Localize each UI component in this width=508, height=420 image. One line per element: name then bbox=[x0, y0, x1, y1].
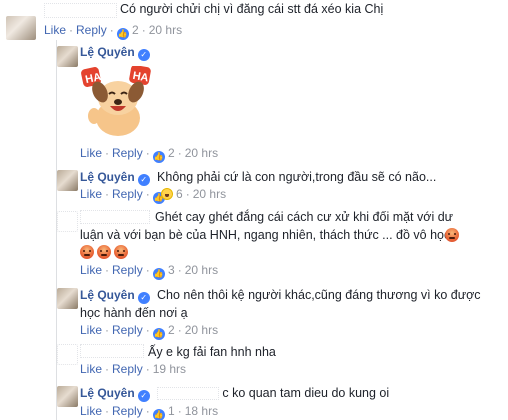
reply-header: Lệ Quyên ✓ Cho nên thôi kệ người khác,cũn… bbox=[80, 286, 481, 304]
like-link[interactable]: Like bbox=[80, 263, 102, 277]
haha-dog-sticker: HA HA bbox=[81, 66, 151, 136]
redacted-name bbox=[80, 210, 150, 224]
reply-text: Ấy e kg fải fan hnh nha bbox=[148, 345, 276, 359]
author-avatar[interactable] bbox=[57, 386, 78, 407]
author-avatar[interactable] bbox=[57, 46, 78, 67]
reply-header: Lệ Quyên ✓ Không phải cứ là con người,tro… bbox=[80, 168, 436, 186]
like-reaction-icon[interactable]: 👍 bbox=[116, 28, 129, 40]
redacted-name bbox=[80, 344, 144, 358]
comment-actions: Like · Reply · 👍 2 · 20 hrs bbox=[44, 23, 183, 40]
emoji-row bbox=[80, 244, 131, 259]
redacted-mention bbox=[157, 387, 220, 401]
reply-time[interactable]: 20 hrs bbox=[185, 146, 218, 160]
angry-emoji-icon bbox=[114, 244, 128, 259]
reply-actions: Like · Reply · 👍 6 · 20 hrs bbox=[80, 187, 227, 204]
reply-link[interactable]: Reply bbox=[112, 146, 143, 160]
reply-actions: Like · Reply · 👍 3 · 20 hrs bbox=[80, 263, 219, 280]
commenter-avatar[interactable] bbox=[6, 16, 36, 40]
like-reaction-icon[interactable]: 👍 bbox=[152, 151, 165, 163]
verified-badge-icon: ✓ bbox=[137, 49, 150, 61]
reply-link[interactable]: Reply bbox=[112, 362, 143, 376]
reply-link[interactable]: Reply bbox=[112, 404, 143, 418]
author-name[interactable]: Lệ Quyên bbox=[80, 386, 135, 400]
comment-text: Có người chửi chị vì đăng cái stt đá xéo… bbox=[120, 2, 384, 16]
reply-actions: Like · Reply · 👍 2 · 20 hrs bbox=[80, 323, 219, 340]
reply-actions: Like · Reply · 19 hrs bbox=[80, 362, 187, 376]
like-reaction-icon[interactable]: 👍 bbox=[152, 328, 165, 340]
reply-link[interactable]: Reply bbox=[112, 323, 143, 337]
reaction-count[interactable]: 6 bbox=[176, 187, 183, 201]
like-link[interactable]: Like bbox=[80, 362, 102, 376]
like-link[interactable]: Like bbox=[80, 323, 102, 337]
reply-actions: Like · Reply · 👍 1 · 18 hrs bbox=[80, 404, 219, 420]
author-name[interactable]: Lệ Quyên bbox=[80, 170, 135, 184]
comment-time[interactable]: 20 hrs bbox=[149, 23, 182, 37]
like-reaction-icon[interactable]: 👍 bbox=[152, 409, 165, 420]
like-link[interactable]: Like bbox=[80, 187, 102, 201]
author-name[interactable]: Lệ Quyên bbox=[80, 45, 135, 59]
reply-time[interactable]: 20 hrs bbox=[185, 323, 218, 337]
reply-time[interactable]: 18 hrs bbox=[185, 404, 218, 418]
like-count[interactable]: 2 bbox=[132, 23, 139, 37]
author-avatar[interactable] bbox=[57, 344, 78, 365]
reply-header: Lệ Quyên ✓ bbox=[80, 45, 150, 61]
reply-header: Lệ Quyên ✓ c ko quan tam dieu do kung oi bbox=[80, 384, 389, 402]
reply-link[interactable]: Reply bbox=[112, 263, 143, 277]
like-count[interactable]: 2 bbox=[168, 146, 175, 160]
like-link[interactable]: Like bbox=[44, 23, 66, 37]
verified-badge-icon: ✓ bbox=[137, 174, 150, 186]
like-count[interactable]: 1 bbox=[168, 404, 175, 418]
angry-emoji-icon bbox=[97, 244, 111, 259]
reply-text-line: Ghét cay ghét đắng cái cách cư xử khi đố… bbox=[155, 210, 454, 224]
angry-emoji-icon bbox=[80, 244, 94, 259]
reply-text: Không phải cứ là con người,trong đầu sẽ … bbox=[157, 170, 437, 184]
reply-time[interactable]: 20 hrs bbox=[193, 187, 226, 201]
like-count[interactable]: 3 bbox=[168, 263, 175, 277]
author-avatar[interactable] bbox=[57, 170, 78, 191]
verified-badge-icon: ✓ bbox=[137, 390, 150, 402]
verified-badge-icon: ✓ bbox=[137, 292, 150, 304]
haha-reaction-icon[interactable] bbox=[160, 188, 173, 200]
author-name[interactable]: Lệ Quyên bbox=[80, 288, 135, 302]
angry-emoji-icon bbox=[445, 228, 459, 242]
reply-actions: Like · Reply · 👍 2 · 20 hrs bbox=[80, 146, 219, 163]
reply-text-line: luận và với bạn bè của HNH, ngang nhiên,… bbox=[80, 228, 451, 242]
redacted-name bbox=[44, 3, 117, 18]
reply-text-line: Cho nên thôi kệ người khác,cũng đáng thư… bbox=[157, 288, 481, 302]
reply-link[interactable]: Reply bbox=[76, 23, 107, 37]
like-reaction-icon[interactable]: 👍 bbox=[152, 268, 165, 280]
author-avatar[interactable] bbox=[57, 288, 78, 309]
like-link[interactable]: Like bbox=[80, 404, 102, 418]
like-link[interactable]: Like bbox=[80, 146, 102, 160]
reply-time[interactable]: 19 hrs bbox=[153, 362, 186, 376]
reply-time[interactable]: 20 hrs bbox=[185, 263, 218, 277]
reply-link[interactable]: Reply bbox=[112, 187, 143, 201]
reply-text: c ko quan tam dieu do kung oi bbox=[222, 386, 390, 400]
like-count[interactable]: 2 bbox=[168, 323, 175, 337]
author-avatar[interactable] bbox=[57, 211, 78, 232]
reply-text-line: học hành đến nơi ạ bbox=[80, 306, 188, 320]
